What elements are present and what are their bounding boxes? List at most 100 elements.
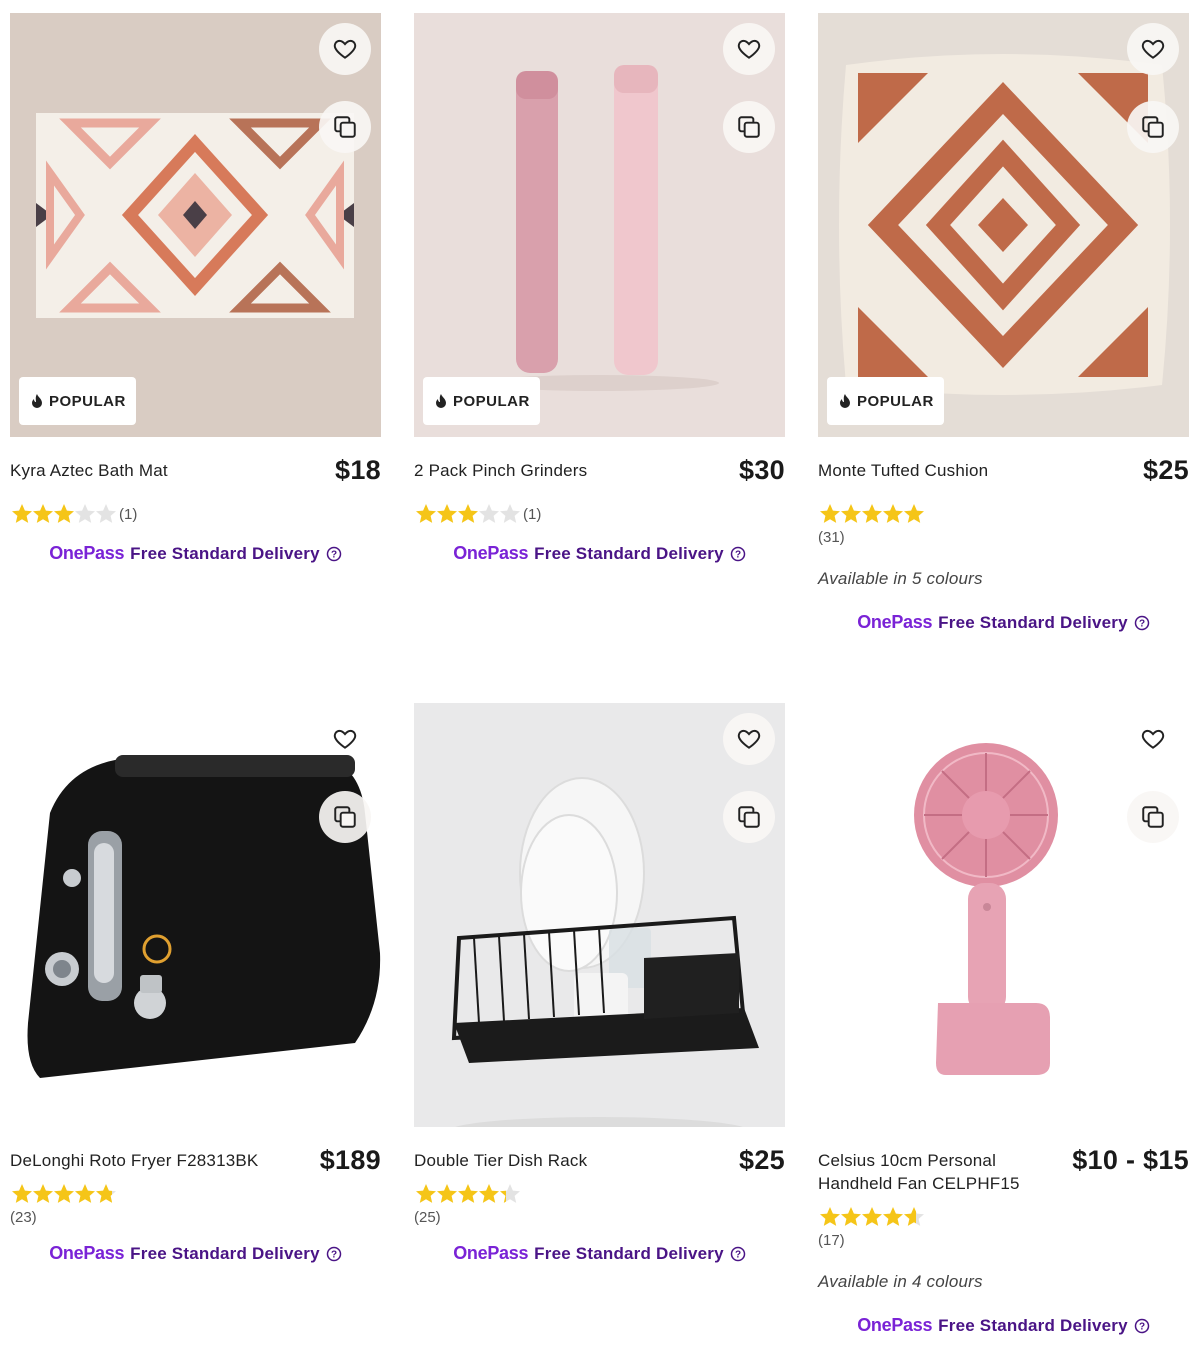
compare-icon — [1142, 116, 1164, 138]
delivery-text: Free Standard Delivery — [938, 1315, 1128, 1335]
popular-badge: POPULAR — [827, 377, 944, 425]
rating — [818, 502, 924, 526]
colour-availability: Available in 5 colours — [818, 569, 983, 588]
star-icon — [500, 1184, 520, 1203]
help-circle-icon[interactable]: ? — [326, 1246, 342, 1262]
favourite-button[interactable] — [319, 713, 371, 765]
star-icon — [96, 504, 116, 523]
compare-icon — [738, 806, 760, 828]
flame-icon — [840, 394, 850, 408]
heart-icon — [1141, 39, 1165, 59]
onepass-logo: OnePass — [857, 612, 933, 632]
fryer-image — [10, 703, 381, 1127]
onepass-delivery: OnePass Free Standard Delivery ? — [10, 543, 381, 564]
svg-text:?: ? — [735, 549, 741, 560]
product-image[interactable]: POPULAR — [414, 13, 785, 437]
heart-icon — [737, 729, 761, 749]
badge-label: POPULAR — [453, 392, 530, 410]
star-icon — [904, 504, 924, 523]
heart-icon — [333, 729, 357, 749]
rating — [414, 1182, 520, 1206]
review-count: (31) — [818, 529, 845, 546]
product-title[interactable]: Double Tier Dish Rack — [414, 1149, 674, 1172]
onepass-delivery: OnePass Free Standard Delivery ? — [818, 612, 1189, 633]
help-circle-icon[interactable]: ? — [730, 1246, 746, 1262]
onepass-logo: OnePass — [49, 543, 125, 563]
compare-icon — [738, 116, 760, 138]
product-title[interactable]: 2 Pack Pinch Grinders — [414, 459, 674, 482]
star-rating — [10, 1182, 116, 1206]
delivery-text: Free Standard Delivery — [534, 543, 724, 563]
product-price: $25 — [739, 1145, 785, 1175]
star-rating — [10, 502, 116, 526]
heart-icon — [333, 39, 357, 59]
review-count: (25) — [414, 1209, 441, 1226]
rating — [10, 1182, 116, 1206]
favourite-button[interactable] — [723, 23, 775, 75]
bath-mat-image — [10, 13, 381, 437]
compare-button[interactable] — [723, 791, 775, 843]
review-count: (17) — [818, 1232, 845, 1249]
onepass-logo: OnePass — [857, 1315, 933, 1335]
onepass-delivery: OnePass Free Standard Delivery ? — [414, 543, 785, 564]
badge-label: POPULAR — [49, 392, 126, 410]
compare-button[interactable] — [319, 101, 371, 153]
onepass-logo: OnePass — [453, 1243, 529, 1263]
product-image[interactable] — [414, 703, 785, 1127]
product-title[interactable]: Monte Tufted Cushion — [818, 459, 1078, 482]
product-title[interactable]: DeLonghi Roto Fryer F28313BK — [10, 1149, 270, 1172]
svg-text:?: ? — [735, 1249, 741, 1260]
favourite-button[interactable] — [1127, 23, 1179, 75]
help-circle-icon[interactable]: ? — [326, 546, 342, 562]
compare-button[interactable] — [319, 791, 371, 843]
review-count: (1) — [523, 505, 542, 523]
handheld-fan-image — [818, 703, 1189, 1127]
star-rating — [414, 502, 520, 526]
star-icon — [96, 1184, 116, 1203]
product-title[interactable]: Celsius 10cm Personal Handheld Fan CELPH… — [818, 1149, 1048, 1195]
badge-label: POPULAR — [857, 392, 934, 410]
grinders-image — [414, 13, 785, 437]
favourite-button[interactable] — [1127, 713, 1179, 765]
delivery-text: Free Standard Delivery — [534, 1243, 724, 1263]
compare-button[interactable] — [1127, 791, 1179, 843]
compare-button[interactable] — [1127, 101, 1179, 153]
onepass-delivery: OnePass Free Standard Delivery ? — [414, 1243, 785, 1264]
product-title[interactable]: Kyra Aztec Bath Mat — [10, 459, 270, 482]
popular-badge: POPULAR — [19, 377, 136, 425]
heart-icon — [1141, 729, 1165, 749]
product-image[interactable]: POPULAR — [818, 13, 1189, 437]
rating — [818, 1205, 924, 1229]
svg-text:?: ? — [1139, 1321, 1145, 1332]
flame-icon — [436, 394, 446, 408]
favourite-button[interactable] — [319, 23, 371, 75]
colour-availability: Available in 4 colours — [818, 1272, 983, 1291]
compare-icon — [334, 116, 356, 138]
svg-text:?: ? — [331, 549, 337, 560]
svg-text:?: ? — [331, 1249, 337, 1260]
compare-icon — [334, 806, 356, 828]
product-image[interactable]: POPULAR — [10, 13, 381, 437]
onepass-delivery: OnePass Free Standard Delivery ? — [10, 1243, 381, 1264]
product-price: $25 — [1143, 455, 1189, 485]
dish-rack-image — [414, 703, 785, 1127]
favourite-button[interactable] — [723, 713, 775, 765]
star-rating — [414, 1182, 520, 1206]
product-image[interactable] — [818, 703, 1189, 1127]
product-price: $189 — [319, 1145, 381, 1175]
product-price: $10 - $15 — [1072, 1145, 1189, 1175]
cushion-image — [818, 13, 1189, 437]
compare-button[interactable] — [723, 101, 775, 153]
svg-text:?: ? — [1139, 618, 1145, 629]
review-count: (1) — [119, 505, 138, 523]
compare-icon — [1142, 806, 1164, 828]
star-rating — [818, 502, 924, 526]
help-circle-icon[interactable]: ? — [1134, 615, 1150, 631]
onepass-delivery: OnePass Free Standard Delivery ? — [818, 1315, 1189, 1336]
flame-icon — [32, 394, 42, 408]
onepass-logo: OnePass — [49, 1243, 125, 1263]
help-circle-icon[interactable]: ? — [1134, 1318, 1150, 1334]
product-image[interactable] — [10, 703, 381, 1127]
heart-icon — [737, 39, 761, 59]
help-circle-icon[interactable]: ? — [730, 546, 746, 562]
